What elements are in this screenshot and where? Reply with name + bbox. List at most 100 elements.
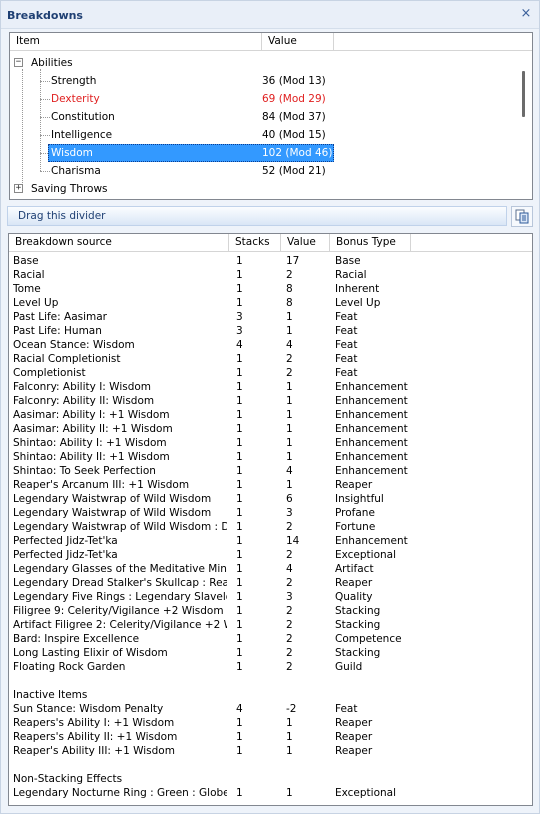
table-row[interactable]: Floating Rock Garden 1 2 Guild — [9, 660, 532, 674]
collapse-icon[interactable]: − — [14, 58, 23, 67]
cell-bonus-type: Exceptional — [335, 787, 397, 799]
tree-item-charisma[interactable]: Charisma 52 (Mod 21) — [10, 162, 515, 180]
tree-item-label: Intelligence — [51, 129, 113, 141]
table-row[interactable]: Reaper's Arcanum III: +1 Wisdom 1 1 Reaper — [9, 478, 532, 492]
table-row[interactable]: Reaper's Ability III: +1 Wisdom 1 1 Reaper — [9, 744, 532, 758]
table-row[interactable]: Sun Stance: Wisdom Penalty 4 -2 Feat — [9, 702, 532, 716]
table-row[interactable]: Racial Completionist 1 2 Feat — [9, 352, 532, 366]
ability-tree[interactable]: Item Value − Abilities Strength 36 (Mod … — [9, 32, 533, 200]
cell-value: 2 — [286, 647, 293, 659]
table-row[interactable]: Racial 1 2 Racial — [9, 268, 532, 282]
cell-stacks: 1 — [236, 269, 243, 281]
cell-value: 3 — [286, 591, 293, 603]
table-row[interactable]: Legendary Waistwrap of Wild Wisdom : D..… — [9, 520, 532, 534]
tree-header: Item Value — [10, 33, 532, 51]
cell-source: Past Life: Human — [13, 325, 102, 337]
expand-icon[interactable]: + — [14, 184, 23, 193]
table-row[interactable]: Falconry: Ability II: Wisdom 1 1 Enhancemen… — [9, 394, 532, 408]
table-row[interactable]: Inactive Items — [9, 688, 532, 702]
table-row[interactable]: Aasimar: Ability II: +1 Wisdom 1 1 Enhancem… — [9, 422, 532, 436]
table-row[interactable]: Long Lasting Elixir of Wisdom 1 2 Stacking — [9, 646, 532, 660]
column-header-value[interactable]: Value — [281, 234, 330, 252]
tree-item-constitution[interactable]: Constitution 84 (Mod 37) — [10, 108, 515, 126]
table-row[interactable]: Legendary Dread Stalker's Skullcap : Rea… — [9, 576, 532, 590]
cell-source: Past Life: Aasimar — [13, 311, 108, 323]
table-row[interactable]: Past Life: Human 3 1 Feat — [9, 324, 532, 338]
column-header-value[interactable]: Value — [262, 33, 334, 51]
column-header-bonus-type[interactable]: Bonus Type — [330, 234, 411, 252]
tree-node-abilities[interactable]: − Abilities — [10, 54, 515, 72]
cell-stacks: 1 — [236, 423, 243, 435]
table-row[interactable]: Legendary Waistwrap of Wild Wisdom 1 3 Prof… — [9, 506, 532, 520]
table-row[interactable]: Level Up 1 8 Level Up — [9, 296, 532, 310]
cell-value: 2 — [286, 661, 293, 673]
table-row[interactable]: Non-Stacking Effects — [9, 772, 532, 786]
drag-divider[interactable]: Drag this divider — [7, 206, 507, 226]
cell-stacks: 1 — [236, 787, 243, 799]
cell-stacks: 4 — [236, 339, 243, 351]
table-row[interactable]: Perfected Jidz-Tet'ka 1 2 Exceptional — [9, 548, 532, 562]
cell-stacks: 1 — [236, 717, 243, 729]
table-row[interactable]: Ocean Stance: Wisdom 4 4 Feat — [9, 338, 532, 352]
tree-item-wisdom[interactable]: Wisdom 102 (Mod 46) — [10, 144, 515, 162]
table-row[interactable]: Legendary Five Rings : Legendary Slavelo… — [9, 590, 532, 604]
table-row[interactable]: Shintao: To Seek Perfection 1 4 Enhancement — [9, 464, 532, 478]
cell-value: 17 — [286, 255, 300, 267]
cell-source: Legendary Glasses of the Meditative Mind… — [13, 563, 227, 575]
table-row[interactable]: Reapers's Ability I: +1 Wisdom 1 1 Reaper — [9, 716, 532, 730]
cell-source: Sun Stance: Wisdom Penalty — [13, 703, 164, 715]
tree-item-label: Charisma — [51, 165, 101, 177]
tree-item-dexterity[interactable]: Dexterity 69 (Mod 29) — [10, 90, 515, 108]
table-row[interactable]: Reapers's Ability II: +1 Wisdom 1 1 Reaper — [9, 730, 532, 744]
tree-scrollbar[interactable] — [515, 51, 532, 199]
close-icon[interactable]: × — [519, 6, 533, 22]
cell-value: 1 — [286, 787, 293, 799]
tree-item-strength[interactable]: Strength 36 (Mod 13) — [10, 72, 515, 90]
table-row[interactable]: Shintao: Ability II: +1 Wisdom 1 1 Enhancem… — [9, 450, 532, 464]
tree-item-value: 40 (Mod 15) — [262, 129, 326, 141]
table-row[interactable]: Legendary Glasses of the Meditative Mind… — [9, 562, 532, 576]
cell-stacks: 1 — [236, 409, 243, 421]
tree-item-value: 69 (Mod 29) — [262, 93, 326, 105]
cell-stacks: 1 — [236, 591, 243, 603]
cell-source: Reapers's Ability I: +1 Wisdom — [13, 717, 175, 729]
breakdowns-panel: Breakdowns × Item Value − Abilities Stre… — [0, 0, 540, 814]
tree-connector — [40, 99, 50, 100]
table-row[interactable]: Bard: Inspire Excellence 1 2 Competence — [9, 632, 532, 646]
cell-bonus-type: Reaper — [335, 717, 373, 729]
column-header-stacks[interactable]: Stacks — [229, 234, 281, 252]
cell-bonus-type: Exceptional — [335, 549, 397, 561]
table-row[interactable]: Falconry: Ability I: Wisdom 1 1 Enhancement — [9, 380, 532, 394]
breakdown-list[interactable]: Breakdown source Stacks Value Bonus Type… — [8, 233, 533, 806]
table-row[interactable]: Past Life: Aasimar 3 1 Feat — [9, 310, 532, 324]
cell-stacks: 1 — [236, 451, 243, 463]
tree-item-intelligence[interactable]: Intelligence 40 (Mod 15) — [10, 126, 515, 144]
cell-stacks: 1 — [236, 381, 243, 393]
table-row[interactable]: Legendary Waistwrap of Wild Wisdom 1 6 Insi… — [9, 492, 532, 506]
column-header-item[interactable]: Item — [10, 33, 262, 51]
table-row[interactable]: Aasimar: Ability I: +1 Wisdom 1 1 Enhanceme… — [9, 408, 532, 422]
table-row[interactable]: Perfected Jidz-Tet'ka 1 14 Enhancement — [9, 534, 532, 548]
cell-source: Reapers's Ability II: +1 Wisdom — [13, 731, 178, 743]
breakdown-header: Breakdown source Stacks Value Bonus Type — [9, 234, 532, 252]
table-row[interactable] — [9, 674, 532, 688]
table-row[interactable]: Completionist 1 2 Feat — [9, 366, 532, 380]
cell-bonus-type: Artifact — [335, 563, 374, 575]
table-row[interactable]: Base 1 17 Base — [9, 254, 532, 268]
cell-stacks: 1 — [236, 367, 243, 379]
table-row[interactable]: Filigree 9: Celerity/Vigilance +2 Wisdom… — [9, 604, 532, 618]
table-row[interactable]: Shintao: Ability I: +1 Wisdom 1 1 Enhanceme… — [9, 436, 532, 450]
column-header-source[interactable]: Breakdown source — [9, 234, 229, 252]
table-row[interactable]: Artifact Filigree 2: Celerity/Vigilance … — [9, 618, 532, 632]
cell-stacks: 1 — [236, 577, 243, 589]
scrollbar-thumb[interactable] — [522, 71, 525, 117]
cell-source: Racial — [13, 269, 45, 281]
table-row[interactable] — [9, 758, 532, 772]
cell-source: Base — [13, 255, 39, 267]
copy-button[interactable] — [511, 206, 533, 227]
table-row[interactable]: Legendary Nocturne Ring : Green : Globe … — [9, 786, 532, 800]
tree-node-saving-throws[interactable]: + Saving Throws — [10, 180, 515, 198]
table-row[interactable]: Tome 1 8 Inherent — [9, 282, 532, 296]
cell-stacks: 1 — [236, 437, 243, 449]
cell-value: 1 — [286, 311, 293, 323]
